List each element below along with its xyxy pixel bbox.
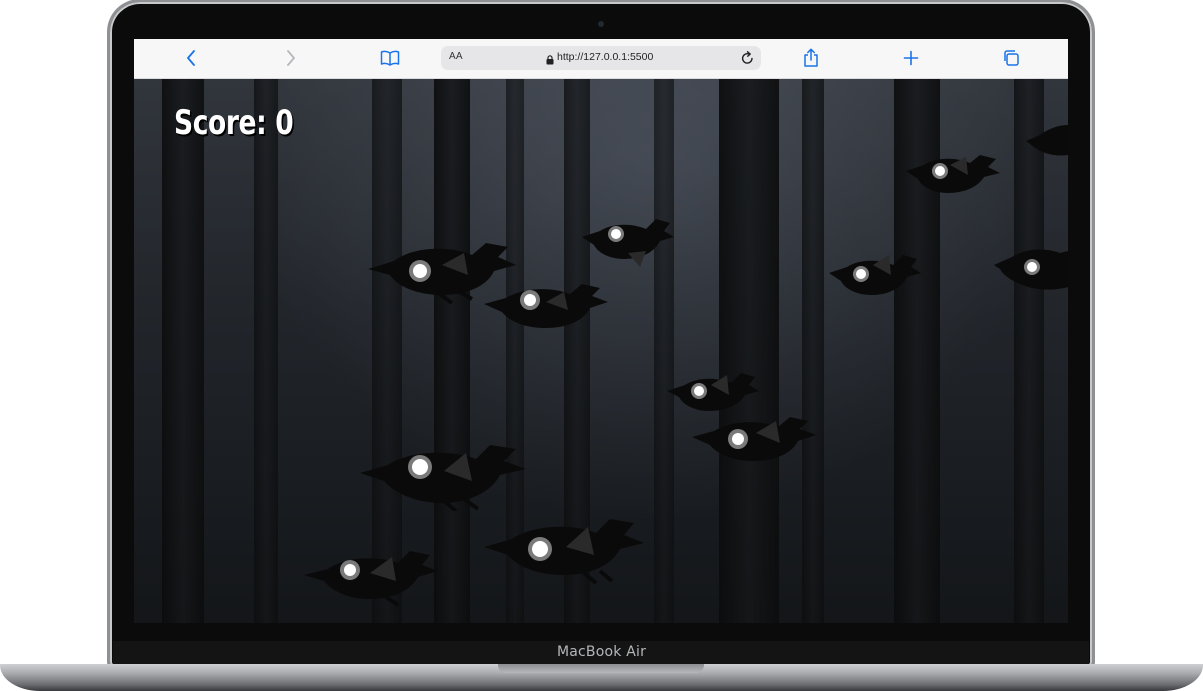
raven-enemy[interactable]: [360, 431, 528, 511]
raven-enemy[interactable]: [582, 213, 674, 269]
device-label: MacBook Air: [556, 644, 647, 660]
browser-toolbar: AA http://127.0.0.1:5500: [134, 39, 1068, 79]
reload-icon[interactable]: [741, 51, 754, 70]
share-icon[interactable]: [802, 47, 820, 69]
score-display: Score: 0: [174, 103, 294, 143]
camera: [598, 21, 604, 27]
url-text: http://127.0.0.1:5500: [557, 51, 654, 63]
tabs-icon[interactable]: [1001, 47, 1021, 69]
raven-enemy[interactable]: [484, 507, 646, 585]
lock-icon: [546, 52, 554, 70]
back-icon[interactable]: [184, 47, 198, 69]
url-bar[interactable]: AA http://127.0.0.1:5500: [441, 46, 761, 70]
text-size-button[interactable]: AA: [449, 51, 463, 62]
raven-enemy[interactable]: [994, 239, 1068, 297]
raven-enemy[interactable]: [906, 151, 1002, 199]
raven-enemy[interactable]: [484, 274, 610, 336]
raven-enemy[interactable]: [829, 247, 921, 301]
raven-enemy[interactable]: [304, 541, 440, 607]
forward-icon[interactable]: [284, 47, 298, 69]
new-tab-icon[interactable]: [902, 47, 920, 69]
raven-enemy[interactable]: [1026, 115, 1068, 159]
bookmarks-icon[interactable]: [379, 47, 401, 69]
laptop-notch: [498, 664, 704, 673]
raven-enemy[interactable]: [692, 409, 818, 471]
screen: AA http://127.0.0.1:5500 Score: 0: [134, 39, 1068, 623]
game-canvas[interactable]: Score: 0: [134, 79, 1068, 623]
